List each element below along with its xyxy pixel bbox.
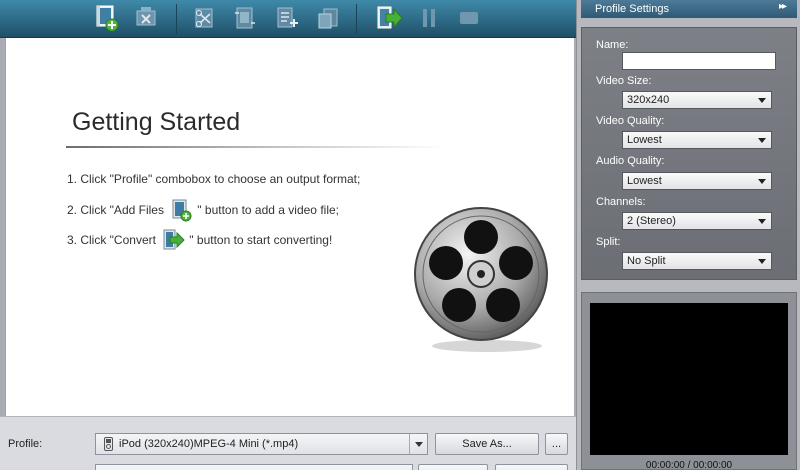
getting-started-title: Getting Started bbox=[72, 108, 241, 136]
channels-select[interactable]: 2 (Stereo) bbox=[622, 212, 772, 230]
step-3-text-after: " button to start converting! bbox=[189, 233, 333, 247]
ipod-icon bbox=[104, 437, 113, 451]
snapshot-icon[interactable] bbox=[314, 3, 344, 33]
getting-started-area: Getting Started 1. Click "Profile" combo… bbox=[5, 38, 574, 416]
audio-quality-label: Audio Quality: bbox=[596, 155, 665, 167]
remove-icon[interactable] bbox=[132, 3, 162, 33]
toolbar-separator bbox=[176, 4, 177, 34]
merge-icon[interactable] bbox=[272, 3, 302, 33]
settings-panel: Profile Settings ▸▸ Name: Video Size: 32… bbox=[576, 0, 800, 470]
split-label: Split: bbox=[596, 236, 621, 248]
step-3-text-before: 3. Click "Convert bbox=[67, 233, 160, 247]
toolbar-separator bbox=[356, 4, 357, 34]
split-value: No Split bbox=[627, 255, 666, 267]
name-field[interactable] bbox=[622, 52, 776, 70]
film-reel-icon bbox=[411, 204, 553, 357]
profile-settings-header[interactable]: Profile Settings ▸▸ bbox=[581, 0, 797, 18]
main-toolbar bbox=[0, 0, 576, 38]
profile-bar: Profile: iPod (320x240)MPEG-4 Mini (*.mp… bbox=[0, 416, 576, 470]
pause-icon[interactable] bbox=[414, 3, 444, 33]
video-size-value: 320x240 bbox=[627, 94, 670, 106]
video-size-label: Video Size: bbox=[596, 75, 652, 87]
step-1-text: 1. Click "Profile" combobox to choose an… bbox=[67, 172, 361, 186]
collapse-icon[interactable]: ▸▸ bbox=[779, 1, 787, 12]
channels-label: Channels: bbox=[596, 196, 646, 208]
channels-value: 2 (Stereo) bbox=[627, 215, 676, 227]
convert-inline-icon bbox=[162, 228, 186, 252]
add-files-icon bbox=[170, 198, 194, 222]
preview-time: 00:00:00 / 00:00:00 bbox=[645, 460, 733, 470]
audio-quality-select[interactable]: Lowest bbox=[622, 172, 772, 190]
chevron-down-icon bbox=[758, 138, 766, 143]
profile-label: Profile: bbox=[8, 438, 43, 450]
video-quality-value: Lowest bbox=[627, 134, 662, 146]
chevron-down-icon[interactable] bbox=[409, 434, 427, 454]
profile-settings-form: Name: Video Size: 320x240 Video Quality:… bbox=[581, 27, 797, 280]
chevron-down-icon bbox=[758, 98, 766, 103]
more-button[interactable]: ... bbox=[545, 433, 568, 455]
chevron-down-icon bbox=[758, 179, 766, 184]
step-1: 1. Click "Profile" combobox to choose an… bbox=[67, 172, 360, 186]
video-quality-select[interactable]: Lowest bbox=[622, 131, 772, 149]
name-label: Name: bbox=[596, 39, 629, 51]
step-2-text-before: 2. Click "Add Files bbox=[67, 203, 168, 217]
split-select[interactable]: No Split bbox=[622, 252, 772, 270]
title-divider bbox=[66, 146, 446, 148]
step-3: 3. Click "Convert " button to start conv… bbox=[67, 228, 332, 252]
crop-icon[interactable] bbox=[230, 3, 260, 33]
chevron-down-icon bbox=[758, 259, 766, 264]
step-2-text-after: " button to add a video file; bbox=[197, 203, 339, 217]
add-file-icon[interactable] bbox=[92, 3, 122, 33]
preview-screen bbox=[590, 303, 788, 455]
browse-button[interactable] bbox=[418, 464, 488, 470]
step-2: 2. Click "Add Files " button to add a vi… bbox=[67, 198, 339, 222]
chevron-down-icon bbox=[758, 219, 766, 224]
preview-panel: 00:00:00 / 00:00:00 bbox=[581, 292, 797, 470]
convert-icon[interactable] bbox=[374, 3, 404, 33]
destination-combobox[interactable] bbox=[95, 464, 413, 470]
profile-value: iPod (320x240)MPEG-4 Mini (*.mp4) bbox=[119, 438, 299, 450]
audio-quality-value: Lowest bbox=[627, 175, 662, 187]
trim-icon[interactable] bbox=[190, 3, 220, 33]
save-as-button[interactable]: Save As... bbox=[435, 433, 539, 455]
open-folder-button[interactable] bbox=[495, 464, 568, 470]
profile-settings-title: Profile Settings bbox=[595, 3, 669, 15]
profile-combobox[interactable]: iPod (320x240)MPEG-4 Mini (*.mp4) bbox=[95, 433, 428, 455]
video-size-select[interactable]: 320x240 bbox=[622, 91, 772, 109]
video-quality-label: Video Quality: bbox=[596, 115, 665, 127]
stop-icon[interactable] bbox=[454, 3, 484, 33]
